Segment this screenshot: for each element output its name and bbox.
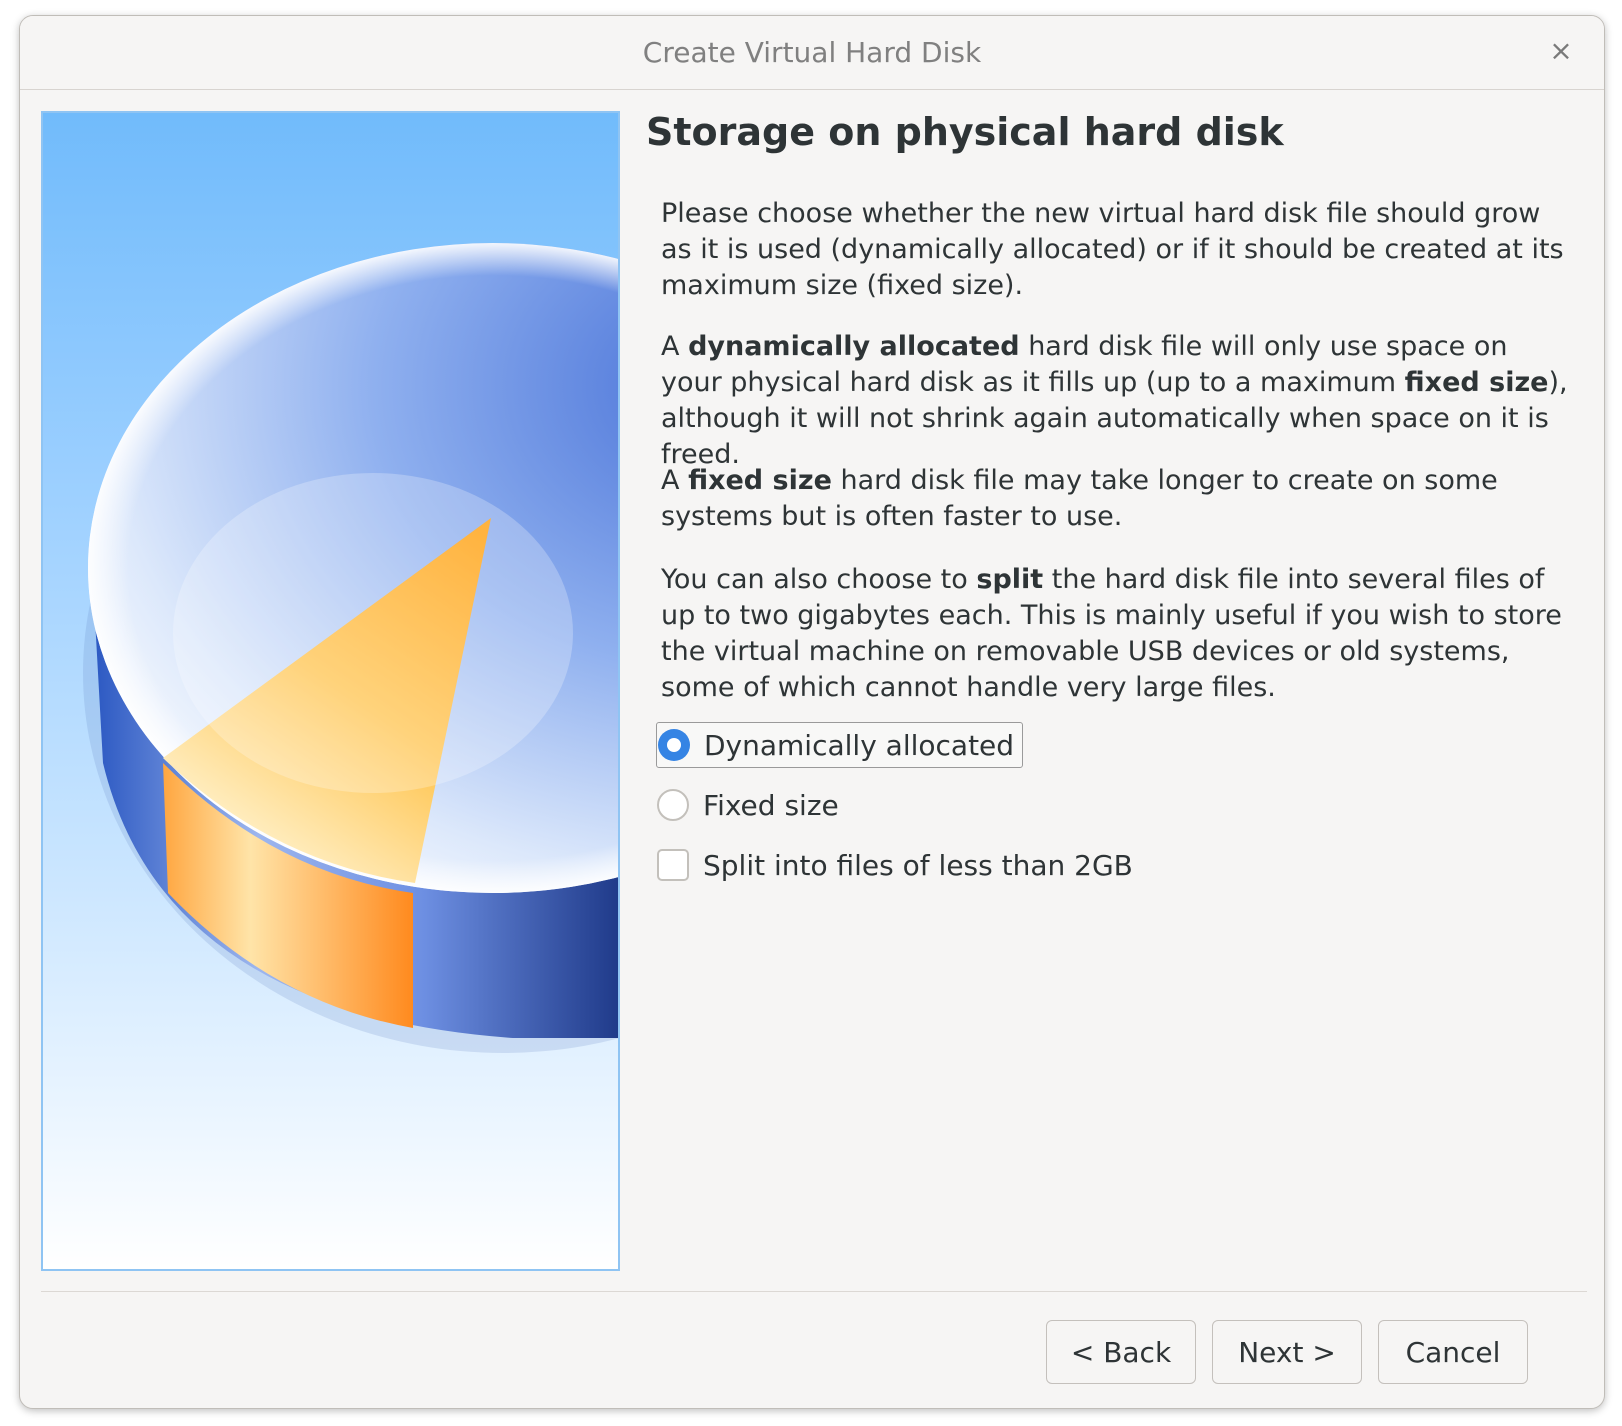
radio-button-unchecked[interactable]: [657, 789, 689, 821]
emphasis-text: split: [976, 564, 1044, 595]
footer-divider: [41, 1291, 1587, 1292]
hard-disk-pie-illustration: [83, 243, 618, 1053]
emphasis-text: fixed size: [1404, 367, 1549, 398]
next-button[interactable]: Next >: [1212, 1320, 1362, 1384]
paragraph-text: A: [661, 465, 689, 496]
back-button[interactable]: < Back: [1046, 1320, 1196, 1384]
emphasis-text: fixed size: [688, 465, 832, 496]
title-bar: Create Virtual Hard Disk ×: [20, 16, 1604, 90]
dynamically-allocated-radio-option[interactable]: Dynamically allocated: [656, 722, 1024, 768]
cancel-button[interactable]: Cancel: [1378, 1320, 1528, 1384]
radio-button-checked[interactable]: [658, 729, 690, 761]
paragraph-text: Please choose whether the new virtual ha…: [661, 198, 1564, 301]
split-files-label: Split into files of less than 2GB: [703, 848, 1133, 882]
dialog-window: Create Virtual Hard Disk × Storage on ph…: [19, 15, 1605, 1409]
emphasis-text: dynamically allocated: [688, 331, 1020, 362]
paragraph-text: You can also choose to: [661, 564, 977, 595]
paragraph-text: A: [661, 331, 689, 362]
fixed-size-radio-option[interactable]: Fixed size: [656, 783, 839, 827]
split-files-checkbox-option[interactable]: Split into files of less than 2GB: [656, 843, 1133, 887]
close-icon: ×: [1549, 34, 1573, 67]
fixed-size-label: Fixed size: [703, 788, 839, 822]
description-paragraph-3: A fixed size hard disk file may take lon…: [661, 463, 1571, 535]
description-paragraph-4: You can also choose to split the hard di…: [661, 562, 1571, 706]
dynamically-allocated-label: Dynamically allocated: [704, 728, 1015, 762]
wizard-illustration-panel: [41, 111, 620, 1271]
description-paragraph-2: A dynamically allocated hard disk file w…: [661, 329, 1571, 473]
description-paragraph-1: Please choose whether the new virtual ha…: [661, 196, 1571, 304]
window-title: Create Virtual Hard Disk: [642, 36, 982, 69]
page-heading: Storage on physical hard disk: [646, 110, 1284, 154]
split-files-checkbox[interactable]: [657, 849, 689, 881]
close-button[interactable]: ×: [1544, 34, 1578, 68]
